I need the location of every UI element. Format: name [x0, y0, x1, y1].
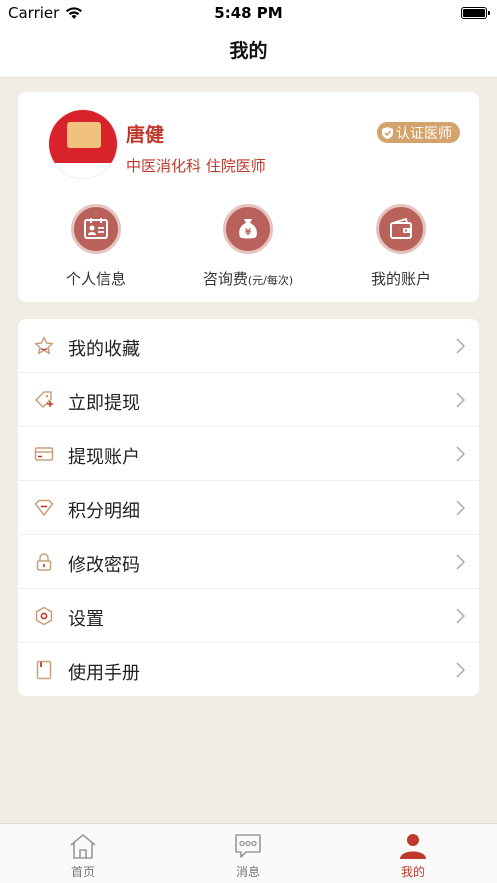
- profile-card: 唐健 中医消化科 住院医师 认证医师 个人信息 ¥ 咨询费(元/每次) 我的账户: [18, 92, 479, 302]
- tag-plus-icon: [34, 390, 54, 410]
- chevron-right-icon: [456, 338, 465, 354]
- menu-item-label: 提现账户: [68, 447, 140, 468]
- chevron-right-icon: [456, 662, 465, 678]
- menu-item-points[interactable]: 积分明细: [18, 481, 479, 535]
- quick-label: 我的账户: [370, 270, 431, 288]
- hexagon-settings-icon: [34, 606, 54, 626]
- card-icon: [34, 444, 54, 464]
- shield-check-icon: [382, 126, 393, 139]
- star-icon: [34, 336, 54, 356]
- quick-personal-info[interactable]: 个人信息: [26, 204, 166, 289]
- id-card-icon: [71, 204, 121, 254]
- home-icon: [68, 832, 98, 860]
- menu-item-label: 我的收藏: [68, 339, 140, 360]
- quick-label: 咨询费: [202, 270, 248, 288]
- doctor-name: 唐健: [126, 124, 165, 146]
- money-bag-icon: ¥: [223, 204, 273, 254]
- chevron-right-icon: [456, 608, 465, 624]
- chevron-right-icon: [456, 554, 465, 570]
- tab-label: 消息: [235, 865, 260, 879]
- message-icon: [233, 832, 263, 860]
- status-bar: Carrier 5:48 PM: [0, 0, 497, 26]
- lock-icon: [34, 552, 54, 572]
- tab-label: 首页: [70, 865, 95, 879]
- chevron-right-icon: [456, 446, 465, 462]
- menu-item-change-password[interactable]: 修改密码: [18, 535, 479, 589]
- tab-bar: 首页 消息 我的: [0, 823, 497, 883]
- tab-home[interactable]: 首页: [33, 832, 133, 880]
- doctor-department-title: 中医消化科 住院医师: [126, 157, 266, 175]
- menu-item-label: 积分明细: [68, 501, 140, 522]
- status-time: 5:48 PM: [214, 4, 283, 22]
- svg-text:¥: ¥: [245, 228, 252, 238]
- wallet-icon: [376, 204, 426, 254]
- menu-item-manual[interactable]: 使用手册: [18, 643, 479, 696]
- nav-bar: 我的: [0, 26, 497, 78]
- tab-label: 我的: [400, 865, 425, 879]
- tab-messages[interactable]: 消息: [198, 832, 298, 880]
- menu-list: 我的收藏 立即提现 提现账户 积分明细 修改密码 设置 使用手册: [18, 319, 479, 696]
- menu-item-label: 设置: [68, 609, 104, 630]
- chevron-right-icon: [456, 500, 465, 516]
- quick-sub-label: (元/每次): [247, 274, 294, 287]
- menu-item-label: 修改密码: [68, 555, 140, 576]
- quick-my-account[interactable]: 我的账户: [331, 204, 471, 289]
- diamond-icon: [34, 498, 54, 518]
- battery-icon: [461, 7, 490, 19]
- tab-mine[interactable]: 我的: [363, 832, 463, 880]
- profile-icon: [398, 832, 428, 860]
- certified-badge: 认证医师: [377, 122, 460, 143]
- page-title: 我的: [229, 40, 268, 62]
- menu-item-settings[interactable]: 设置: [18, 589, 479, 643]
- quick-consult-fee[interactable]: ¥ 咨询费(元/每次): [178, 204, 318, 289]
- menu-item-withdraw-account[interactable]: 提现账户: [18, 427, 479, 481]
- quick-label: 个人信息: [65, 270, 126, 288]
- certified-badge-label: 认证医师: [396, 125, 452, 142]
- avatar[interactable]: [48, 109, 118, 179]
- manual-icon: [34, 660, 54, 680]
- menu-item-withdraw[interactable]: 立即提现: [18, 373, 479, 427]
- menu-item-label: 使用手册: [68, 663, 140, 684]
- chevron-right-icon: [456, 392, 465, 408]
- menu-item-favorites[interactable]: 我的收藏: [18, 319, 479, 373]
- menu-item-label: 立即提现: [68, 393, 140, 414]
